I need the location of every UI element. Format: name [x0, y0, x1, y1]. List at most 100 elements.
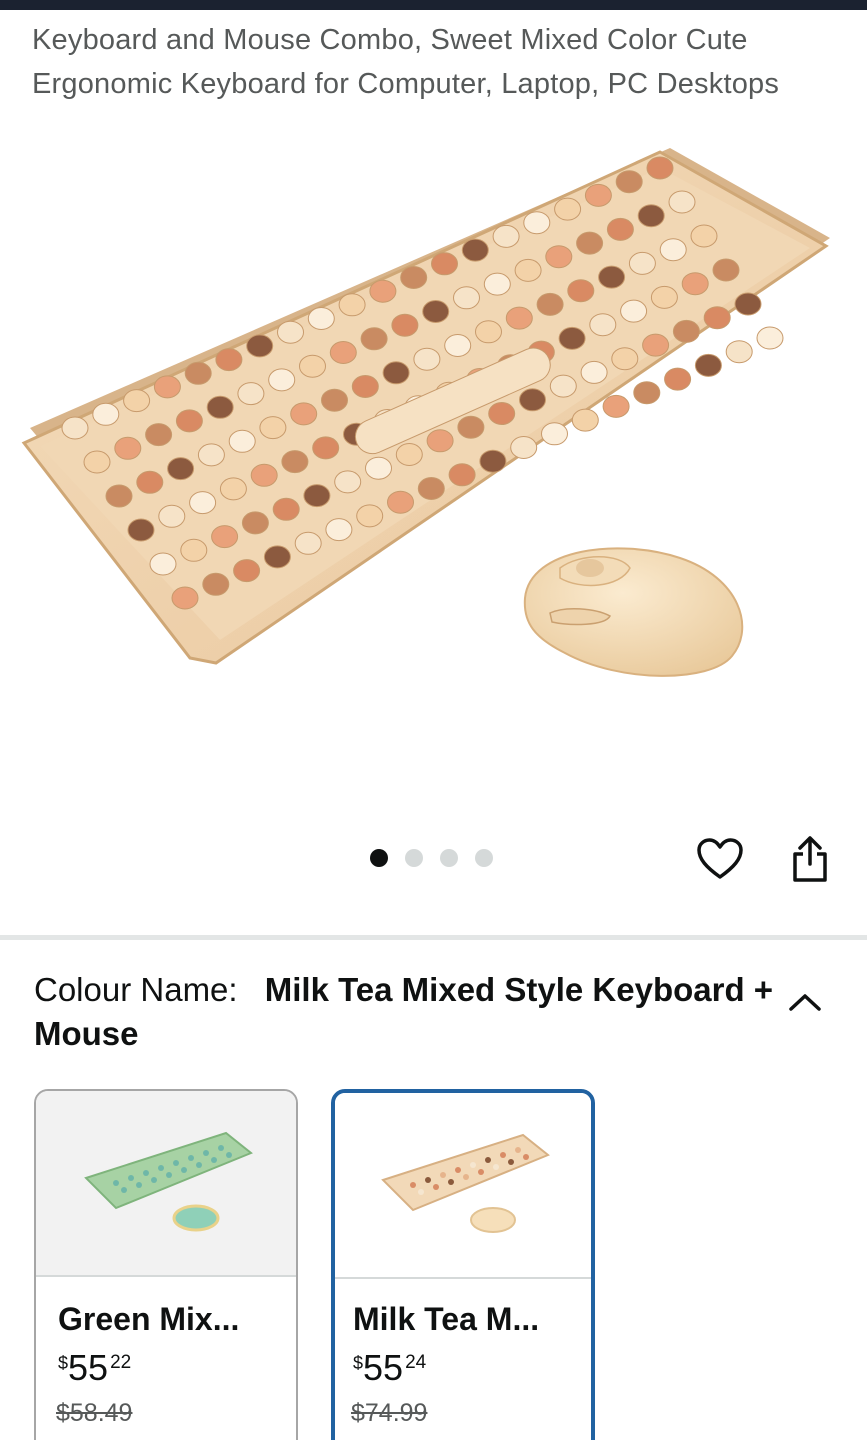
keycap [233, 559, 261, 583]
keycap [259, 416, 287, 440]
keycap [145, 423, 173, 447]
pager-dot[interactable] [405, 849, 423, 867]
keycap [475, 320, 502, 344]
keycap [215, 348, 243, 372]
variation-label: Colour Name: [34, 971, 238, 1008]
keycap [171, 586, 199, 610]
keycap [479, 449, 507, 473]
keycap [158, 504, 186, 528]
keycap [558, 326, 586, 350]
keycap [672, 319, 700, 343]
keycap [237, 382, 265, 406]
keycap [387, 490, 414, 514]
keycap [580, 360, 608, 384]
keycap [268, 368, 296, 392]
swatch-green-mix[interactable]: Green Mix... $ 55 22 $58.49 [34, 1089, 298, 1440]
keycap [369, 279, 397, 303]
keycap [523, 211, 551, 235]
keycap [153, 375, 181, 399]
swatch-list-price: $58.49 [56, 1399, 133, 1427]
keycap [351, 375, 379, 398]
keycap [615, 170, 643, 194]
keyboard-thumbnail-milk-tea [381, 1133, 550, 1233]
keycap [329, 341, 357, 364]
keycap [483, 272, 511, 296]
keycap [510, 436, 538, 459]
keycap [725, 340, 753, 364]
keycap [703, 306, 731, 330]
keycap [202, 572, 230, 596]
keycap [228, 429, 256, 453]
keycap [189, 491, 217, 515]
keycap [167, 457, 195, 481]
swatch-milk-tea[interactable]: Milk Tea M... $ 55 24 $74.99 [331, 1089, 595, 1440]
keycap [602, 394, 630, 418]
keycap [127, 518, 155, 542]
keycap [650, 285, 678, 309]
keycap [211, 525, 239, 549]
keycap [492, 224, 520, 248]
keycap [457, 415, 485, 439]
image-pager[interactable] [370, 849, 493, 867]
variation-label-row: Colour Name: Milk Tea Mixed Style Keyboa… [34, 968, 774, 1056]
keycap [312, 436, 340, 460]
keycap [712, 258, 740, 282]
keycap [321, 388, 348, 412]
keycap [180, 538, 208, 562]
keycap [175, 409, 203, 433]
keycap [206, 395, 234, 419]
keycap [431, 252, 458, 276]
keycap [633, 381, 661, 405]
keycap [272, 497, 300, 521]
swatch-price: $ 55 24 [353, 1347, 427, 1388]
swatch-thumbnail [36, 1091, 296, 1277]
keycap [567, 279, 595, 303]
keycap [664, 367, 692, 391]
keycap [681, 272, 709, 296]
keycap [246, 334, 274, 358]
keycap [571, 408, 599, 432]
collapse-button[interactable] [782, 984, 828, 1020]
keycap [241, 511, 269, 535]
keycap [453, 286, 480, 310]
keycap [637, 204, 665, 228]
keycap [589, 313, 617, 337]
keycap [123, 389, 151, 413]
section-divider [0, 935, 867, 940]
keycap [277, 320, 304, 344]
pager-dot[interactable] [440, 849, 458, 867]
keycap [197, 443, 225, 467]
keycap [114, 436, 142, 460]
keycap [426, 429, 454, 453]
keycap [365, 456, 392, 480]
keycap [694, 353, 722, 377]
keycap [461, 238, 489, 262]
swatch-list-price: $74.99 [351, 1399, 428, 1427]
keycap [281, 450, 309, 474]
keyboard-thumbnail-green [84, 1131, 253, 1232]
keycap [549, 374, 577, 398]
keycap [659, 238, 687, 262]
keycap [598, 265, 626, 289]
share-button[interactable] [784, 832, 836, 886]
swatch-price: $ 55 22 [58, 1347, 132, 1388]
keycap [149, 552, 177, 576]
keycap [541, 422, 568, 446]
keycap [356, 504, 384, 528]
keycap [514, 258, 542, 282]
keycap [136, 470, 164, 494]
product-image[interactable] [20, 128, 847, 748]
favorite-button[interactable] [694, 834, 746, 884]
chevron-up-icon [789, 994, 821, 1011]
keycap [325, 518, 353, 542]
keycap [334, 470, 362, 494]
keycap [756, 326, 784, 350]
pager-dot-active[interactable] [370, 849, 388, 867]
keycap [611, 347, 639, 371]
pager-dot[interactable] [475, 849, 493, 867]
share-icon [793, 836, 827, 882]
keycap [690, 224, 718, 248]
keycap [519, 388, 546, 412]
product-title: Keyboard and Mouse Combo, Sweet Mixed Co… [32, 24, 780, 100]
keycap [400, 266, 428, 289]
